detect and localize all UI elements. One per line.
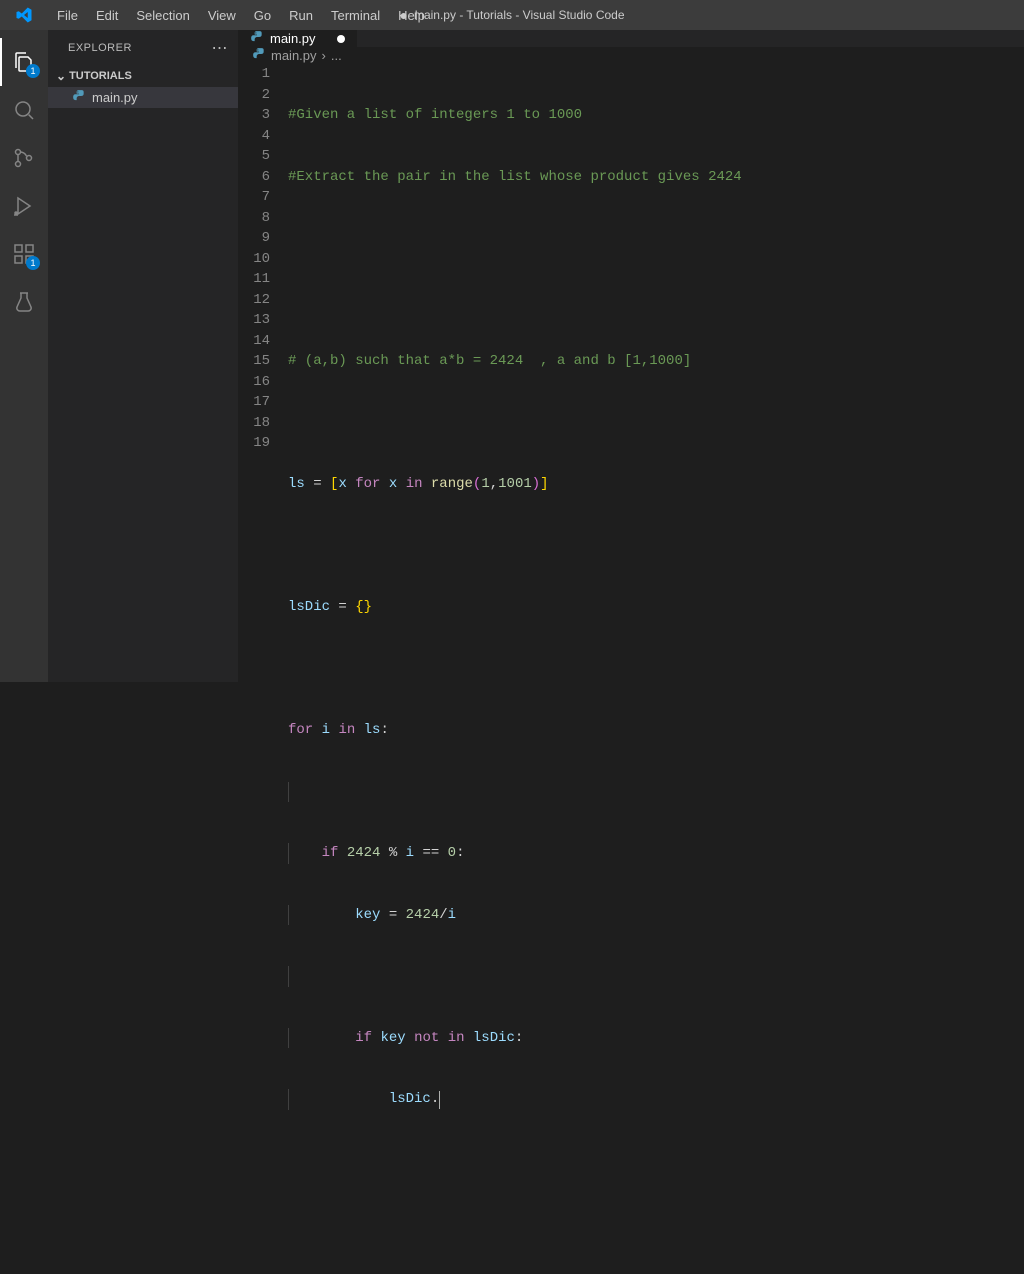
breadcrumb-chevron-icon: › <box>322 48 326 63</box>
explorer-badge: 1 <box>26 64 40 78</box>
menu-edit[interactable]: Edit <box>87 4 127 27</box>
testing-icon[interactable] <box>0 278 48 326</box>
chevron-down-icon: ⌄ <box>56 69 66 83</box>
extensions-icon[interactable]: 1 <box>0 230 48 278</box>
dirty-indicator-icon: ● <box>399 7 407 23</box>
menu-view[interactable]: View <box>199 4 245 27</box>
python-file-icon <box>72 89 86 106</box>
menu-go[interactable]: Go <box>245 4 280 27</box>
more-actions-icon[interactable]: ⋯ <box>212 38 229 58</box>
folder-section[interactable]: ⌄ TUTORIALS <box>48 65 238 87</box>
menu-run[interactable]: Run <box>280 4 322 27</box>
file-item-label: main.py <box>92 90 138 105</box>
search-icon[interactable] <box>0 86 48 134</box>
file-item-main-py[interactable]: main.py <box>48 87 238 108</box>
breadcrumb-file: main.py <box>271 48 317 63</box>
explorer-icon[interactable]: 1 <box>0 38 48 86</box>
menu-selection[interactable]: Selection <box>127 4 198 27</box>
line-gutter: 123 456 789 101112 131415 161718 19 <box>238 64 288 1274</box>
title-bar: File Edit Selection View Go Run Terminal… <box>0 0 1024 30</box>
menu-bar: File Edit Selection View Go Run Terminal… <box>48 4 434 27</box>
vscode-logo <box>0 6 48 24</box>
text-cursor-icon <box>439 1091 440 1109</box>
window-title: ● main.py - Tutorials - Visual Studio Co… <box>399 7 624 23</box>
tab-bar: main.py <box>238 30 1024 47</box>
python-file-icon <box>252 47 266 64</box>
explorer-header: EXPLORER <box>68 42 132 54</box>
python-file-icon <box>250 30 264 47</box>
source-control-icon[interactable] <box>0 134 48 182</box>
window-title-text: main.py - Tutorials - Visual Studio Code <box>414 8 625 22</box>
run-debug-icon[interactable] <box>0 182 48 230</box>
code-editor[interactable]: 123 456 789 101112 131415 161718 19 #Giv… <box>238 64 1024 1274</box>
menu-file[interactable]: File <box>48 4 87 27</box>
menu-terminal[interactable]: Terminal <box>322 4 389 27</box>
tab-label: main.py <box>270 31 316 46</box>
extensions-badge: 1 <box>26 256 40 270</box>
folder-name: TUTORIALS <box>69 70 132 82</box>
code-content[interactable]: #Given a list of integers 1 to 1000 #Ext… <box>288 64 1024 1274</box>
editor-area: main.py main.py › ... 123 456 789 101112… <box>238 30 1024 682</box>
explorer-sidebar: EXPLORER ⋯ ⌄ TUTORIALS main.py <box>48 30 238 682</box>
modified-indicator-icon <box>337 35 345 43</box>
breadcrumb[interactable]: main.py › ... <box>238 47 1024 64</box>
activity-bar: 1 1 <box>0 30 48 682</box>
breadcrumb-more: ... <box>331 48 342 63</box>
tab-main-py[interactable]: main.py <box>238 30 358 47</box>
